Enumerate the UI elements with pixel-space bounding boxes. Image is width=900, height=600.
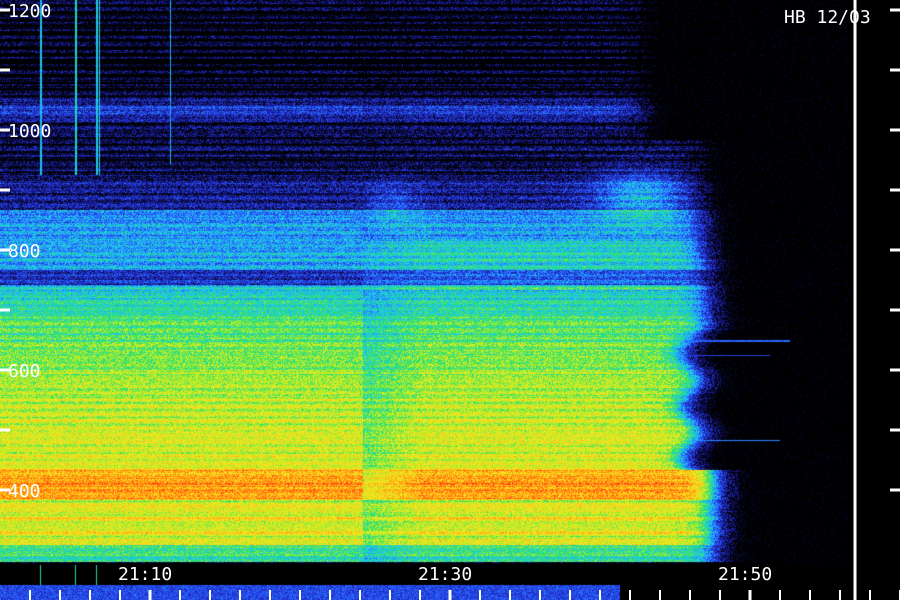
x-tick-label: 21:50: [718, 564, 772, 585]
x-tick-label: 21:10: [118, 564, 172, 585]
spectrogram-heatmap: [0, 0, 900, 600]
y-tick-label: 400: [8, 481, 41, 502]
chart-title: HB 12/03: [784, 7, 871, 28]
y-tick-label: 600: [8, 361, 41, 382]
y-tick-label: 800: [8, 241, 41, 262]
spectrogram-chart: 400 600 800 1000 1200 21:10 21:30 21:50 HB 12/0…: [0, 0, 900, 600]
y-tick-label: 1000: [8, 121, 51, 142]
x-tick-label: 21:30: [418, 564, 472, 585]
y-tick-label: 1200: [8, 1, 51, 22]
